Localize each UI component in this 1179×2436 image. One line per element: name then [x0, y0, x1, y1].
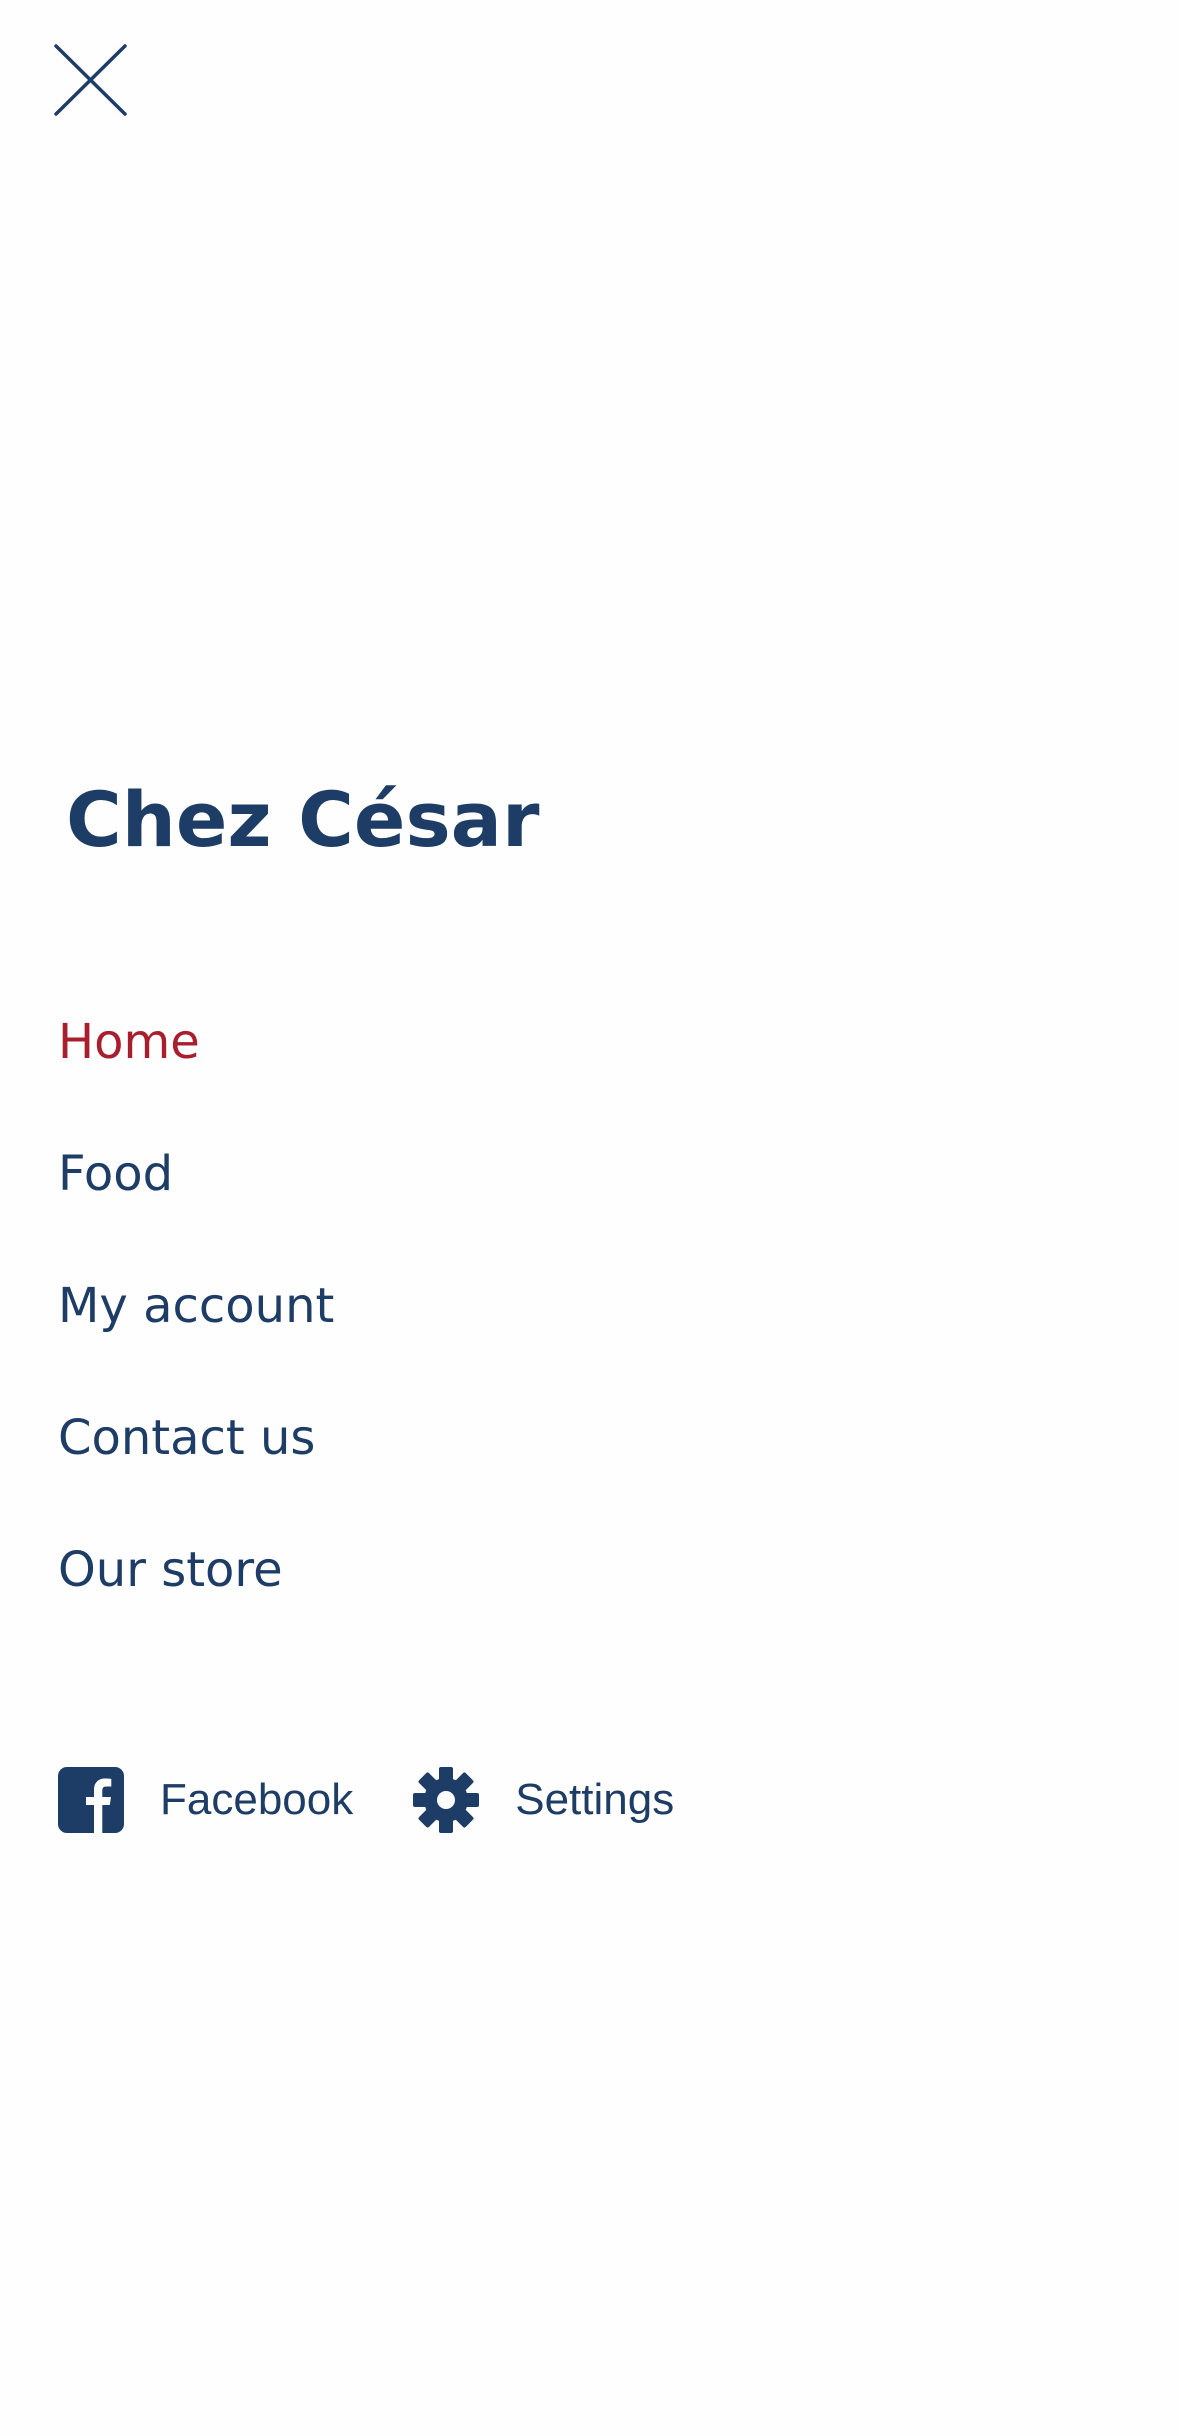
- menu-link-contact-us[interactable]: Contact us: [58, 1406, 315, 1470]
- nav-menu: Home Food My account Contact us Our stor…: [58, 1010, 334, 1670]
- menu-link-home[interactable]: Home: [58, 1010, 200, 1074]
- settings-link[interactable]: Settings: [413, 1767, 674, 1833]
- menu-item-food: Food: [58, 1142, 334, 1274]
- menu-link-food[interactable]: Food: [58, 1142, 173, 1206]
- menu-link-our-store[interactable]: Our store: [58, 1538, 283, 1602]
- menu-item-our-store: Our store: [58, 1538, 334, 1670]
- facebook-label: Facebook: [160, 1775, 354, 1824]
- brand-title: Chez César: [66, 775, 540, 864]
- close-button[interactable]: [46, 38, 130, 122]
- menu-link-my-account[interactable]: My account: [58, 1274, 334, 1338]
- menu-item-my-account: My account: [58, 1274, 334, 1406]
- facebook-link[interactable]: Facebook: [58, 1767, 353, 1833]
- footer-links: Facebook Settings: [58, 1766, 674, 1834]
- close-icon: [46, 38, 130, 122]
- facebook-icon: [58, 1767, 124, 1833]
- menu-item-contact-us: Contact us: [58, 1406, 334, 1538]
- menu-item-home: Home: [58, 1010, 334, 1142]
- gear-icon: [413, 1767, 480, 1833]
- settings-label: Settings: [515, 1775, 675, 1824]
